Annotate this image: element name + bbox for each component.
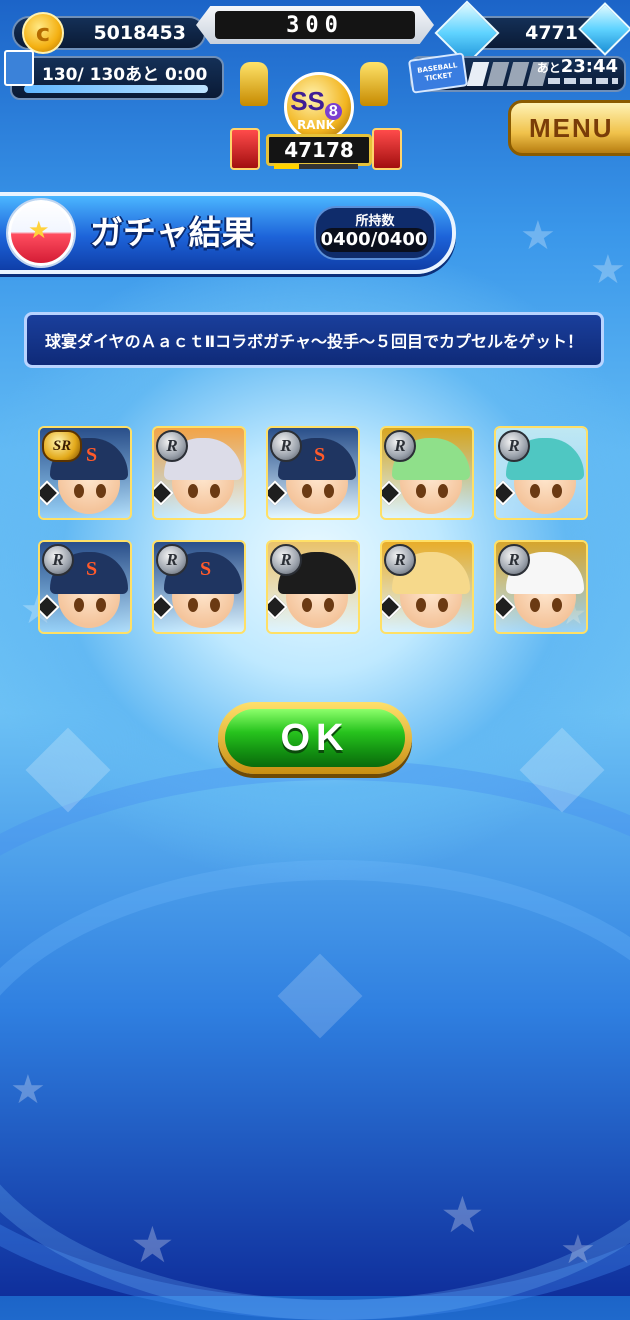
character-eye [324, 598, 334, 612]
stamina-bar [24, 85, 208, 93]
character-eye [530, 484, 540, 498]
character-eye [210, 598, 220, 612]
center-counter-value: 300 [215, 11, 415, 39]
character-eye [210, 484, 220, 498]
rarity-badge: SR [42, 430, 82, 462]
character-eye [188, 598, 198, 612]
rank-grade: SS 8 [286, 86, 346, 121]
result-card[interactable]: SR [266, 426, 360, 520]
character-eye [96, 484, 106, 498]
team-logo: S [86, 444, 98, 466]
rarity-badge: R [42, 544, 74, 576]
character-eye [552, 598, 562, 612]
ok-button-label: OK [225, 709, 405, 767]
character-eye [188, 484, 198, 498]
character-eye [438, 484, 448, 498]
character-eye [438, 598, 448, 612]
result-card[interactable]: R [380, 540, 474, 634]
ticket-timer: あと23:44 [537, 56, 618, 77]
ribbon-icon [372, 128, 402, 170]
result-card[interactable]: R [380, 426, 474, 520]
stamina-text: 130/ 130あと 0:00 [42, 65, 208, 85]
result-card[interactable]: SR [152, 540, 246, 634]
stamina-icon [4, 50, 34, 86]
character-eye [96, 598, 106, 612]
rank-progress-bar [274, 164, 358, 169]
coin-value: 5018453 [93, 22, 186, 44]
ticket-dashes [548, 78, 618, 84]
result-card[interactable]: R [266, 540, 360, 634]
result-card[interactable]: S SR [38, 426, 132, 520]
gem-value: 4771 [525, 22, 578, 44]
owned-count-label: 所持数 [355, 214, 395, 229]
character-eye [416, 598, 426, 612]
result-card[interactable]: R [494, 426, 588, 520]
character-eye [416, 484, 426, 498]
coin-icon: c [22, 12, 64, 54]
star-icon: ★ [28, 216, 50, 244]
trophy-icon [360, 62, 388, 106]
rarity-badge: R [270, 430, 302, 462]
rank-label: RANK [297, 118, 335, 132]
rarity-badge: R [156, 544, 188, 576]
owned-count-box: 所持数 0400/0400 [314, 206, 436, 260]
rarity-badge: R [156, 430, 188, 462]
ticket-timer-prefix: あと [536, 61, 561, 75]
rank-grade-letters: SS [290, 86, 325, 116]
ribbon-icon [230, 128, 260, 170]
ok-button[interactable]: OK [218, 702, 412, 774]
team-logo: S [200, 558, 212, 580]
character-eye [552, 484, 562, 498]
center-counter: 300 [196, 6, 434, 44]
rank-value: 47178 [266, 134, 372, 166]
character-eye [302, 598, 312, 612]
stamina-meter: 130/ 130あと 0:00 [10, 56, 224, 100]
rarity-badge: R [270, 544, 302, 576]
result-card[interactable]: R [152, 426, 246, 520]
result-message: 球宴ダイヤのＡａｃｔⅡコラボガチャ～投手～５回目でカプセルをゲット！ [24, 312, 604, 368]
owned-count-value: 0400/0400 [320, 228, 428, 252]
rarity-badge: R [498, 544, 530, 576]
rank-badge[interactable]: SS 8 RANK 47178 [228, 52, 402, 170]
team-logo: S [86, 558, 98, 580]
character-eye [74, 598, 84, 612]
ticket-timer-value: 23:44 [560, 56, 618, 77]
rarity-badge: R [384, 430, 416, 462]
character-eye [74, 484, 84, 498]
team-logo: S [314, 444, 326, 466]
rarity-badge: R [384, 544, 416, 576]
character-eye [324, 484, 334, 498]
menu-button[interactable]: MENU [508, 100, 630, 156]
result-card[interactable]: R [494, 540, 588, 634]
trophy-icon [240, 62, 268, 106]
rarity-badge: R [498, 430, 530, 462]
character-eye [530, 598, 540, 612]
page-title: ガチャ結果 [90, 213, 255, 252]
character-eye [302, 484, 312, 498]
result-card[interactable]: SR [38, 540, 132, 634]
